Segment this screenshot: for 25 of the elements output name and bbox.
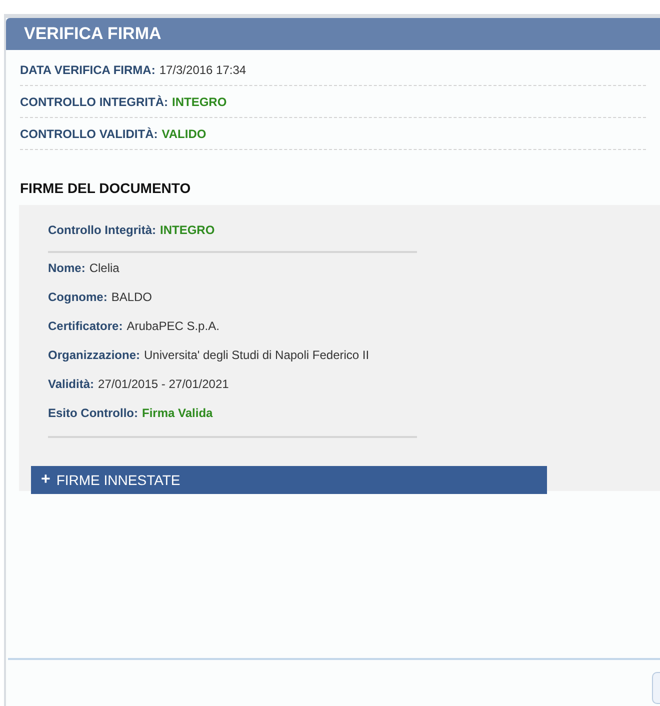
plus-icon: + xyxy=(41,468,50,492)
field-value: BALDO xyxy=(111,289,152,306)
nested-signatures-button[interactable]: + FIRME INNESTATE xyxy=(31,466,547,494)
field-label: Certificatore: xyxy=(48,318,123,335)
field-value: ArubaPEC S.p.A. xyxy=(126,318,220,335)
field-label: CONTROLLO VALIDITÀ: xyxy=(20,126,158,142)
dialog-title: VERIFICA FIRMA xyxy=(24,23,162,46)
field-value: INTEGRO xyxy=(160,222,215,239)
field-label: Validità: xyxy=(48,376,94,393)
field-value: 17/3/2016 17:34 xyxy=(159,62,246,78)
field-label: CONTROLLO INTEGRITÀ: xyxy=(20,94,168,110)
field-label: Organizzazione: xyxy=(48,347,140,364)
field-value: 27/01/2015 - 27/01/2021 xyxy=(98,376,229,393)
field-value: Firma Valida xyxy=(142,405,213,422)
field-value: INTEGRO xyxy=(172,94,227,110)
field-value: VALIDO xyxy=(162,126,206,142)
field-value: Universita' degli Studi di Napoli Federico II xyxy=(144,347,370,364)
section-title: FIRME DEL DOCUMENTO xyxy=(20,179,191,198)
footer-button[interactable] xyxy=(652,672,660,704)
field-label: Esito Controllo: xyxy=(48,405,138,422)
field-label: Cognome: xyxy=(48,289,108,306)
field-label: DATA VERIFICA FIRMA: xyxy=(20,62,156,78)
field-label: Nome: xyxy=(48,260,86,277)
field-value: Clelia xyxy=(89,260,120,277)
field-label: Controllo Integrità: xyxy=(48,222,156,239)
